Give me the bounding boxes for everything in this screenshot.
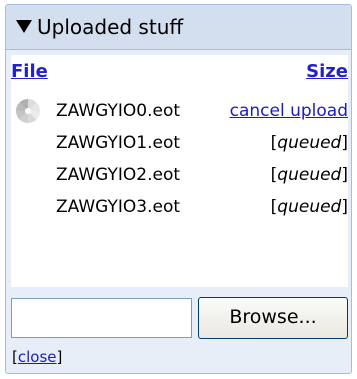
status-bracket: ]: [341, 133, 348, 153]
browse-button[interactable]: Browse...: [198, 297, 348, 339]
status-bracket: ]: [341, 165, 348, 185]
status-text: queued: [277, 133, 342, 153]
file-name: ZAWGYIO0.eot: [56, 101, 181, 121]
status-bracket: ]: [341, 197, 348, 217]
panel-title: Uploaded stuff: [37, 15, 184, 39]
table-row: ZAWGYIO0.eot cancel upload: [11, 97, 348, 127]
close-link[interactable]: close: [18, 348, 57, 366]
status-queued: [queued]: [271, 196, 348, 218]
close-control: [close]: [12, 347, 62, 367]
panel-header[interactable]: Uploaded stuff: [6, 5, 351, 50]
file-path-input[interactable]: [11, 298, 192, 338]
column-header-file[interactable]: File: [11, 61, 48, 83]
file-name: ZAWGYIO2.eot: [56, 165, 181, 185]
status-queued: [queued]: [271, 164, 348, 186]
uploaded-stuff-panel: Uploaded stuff File Size ZAWGYIO0.eot ca…: [5, 4, 352, 374]
cancel-upload-link[interactable]: cancel upload: [230, 100, 348, 122]
close-close-bracket: ]: [56, 348, 63, 366]
triangle-down-icon[interactable]: [16, 20, 32, 33]
table-row: ZAWGYIO1.eot [queued]: [11, 129, 348, 159]
file-name: ZAWGYIO3.eot: [56, 197, 181, 217]
loading-spinner-icon: [15, 98, 41, 124]
status-text: queued: [277, 165, 342, 185]
file-name: ZAWGYIO1.eot: [56, 133, 181, 153]
status-text: queued: [277, 197, 342, 217]
table-row: ZAWGYIO2.eot [queued]: [11, 161, 348, 191]
table-row: ZAWGYIO3.eot [queued]: [11, 193, 348, 223]
column-header-size[interactable]: Size: [306, 61, 348, 83]
file-list: File Size ZAWGYIO0.eot cancel upload ZAW…: [11, 55, 348, 287]
status-queued: [queued]: [271, 132, 348, 154]
